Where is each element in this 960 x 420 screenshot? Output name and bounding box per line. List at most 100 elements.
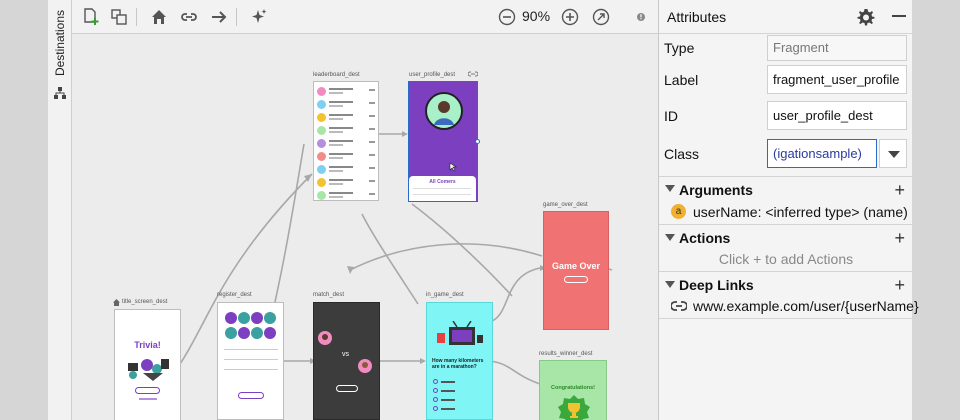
register-button[interactable] (238, 392, 264, 399)
collapse-actions-icon[interactable] (665, 234, 675, 241)
type-label: Type (664, 40, 695, 56)
actions-title: Actions (679, 230, 731, 246)
game-over-text: Game Over (551, 261, 601, 271)
game-over-screen[interactable]: Game Over (543, 211, 609, 330)
attributes-title: Attributes (667, 9, 727, 25)
row-sub-line (329, 170, 343, 172)
label-label: Label (664, 72, 699, 88)
in-game-screen[interactable]: How many kilometers are in a marathon? (426, 302, 493, 420)
row-score-line (369, 154, 375, 156)
title-screen-screen[interactable]: Trivia! (114, 309, 181, 420)
leaderboard-dest-label: leaderboard_dest (313, 72, 360, 78)
row-score-line (369, 102, 375, 104)
congratulations-text: Congratulations! (551, 385, 595, 391)
results-winner-dest-label: results_winner_dest (539, 351, 593, 357)
row-name-line (329, 140, 353, 142)
cursor-icon (449, 162, 457, 172)
navigation-graph-canvas[interactable]: leaderboard_dest user_profile_dest All C… (72, 34, 658, 420)
avatar-grid (225, 312, 276, 339)
game-over-button[interactable] (564, 276, 588, 283)
class-label: Class (664, 146, 700, 162)
toolbar-separator (136, 8, 137, 26)
class-field[interactable]: (igationsample) (767, 139, 877, 168)
row-sub-line (329, 118, 343, 120)
profile-card: All Comers (409, 176, 476, 201)
nested-graph-button[interactable] (108, 6, 130, 28)
collapse-arguments-icon[interactable] (665, 185, 675, 192)
in-game-dest-label: in_game_dest (426, 292, 464, 298)
row-name-line (329, 166, 353, 168)
gear-icon[interactable] (857, 8, 875, 26)
id-field[interactable]: user_profile_dest (767, 101, 907, 130)
row-name-line (329, 153, 353, 155)
add-action-button[interactable] (208, 6, 230, 28)
row-sub-line (329, 105, 343, 107)
question-text: How many kilometers are in a marathon? (432, 358, 484, 370)
row-sub-line (329, 92, 343, 94)
arguments-section: Arguments + a userName: <inferred type> … (659, 176, 913, 224)
row-name-line (329, 88, 353, 90)
info-icon (637, 13, 645, 21)
register-screen[interactable] (217, 302, 284, 420)
add-action-plus-button[interactable]: + (894, 229, 905, 247)
deep-links-title: Deep Links (679, 277, 754, 293)
destinations-tab-label[interactable]: Destinations (53, 9, 67, 77)
row-avatar (317, 139, 326, 148)
argument-item[interactable]: userName: <inferred type> (name) (693, 204, 908, 220)
attributes-header: Attributes (659, 0, 912, 34)
row-score-line (369, 128, 375, 130)
editor-toolbar: 90% (72, 0, 658, 34)
arrow-right-icon (212, 11, 227, 23)
radio-icon (433, 406, 438, 411)
row-score-line (369, 193, 375, 195)
minimize-icon[interactable] (892, 15, 906, 17)
row-name-line (329, 192, 353, 194)
row-name-line (329, 179, 353, 181)
add-argument-button[interactable]: + (894, 181, 905, 199)
zoom-out-button[interactable] (496, 6, 518, 28)
zoom-in-button[interactable] (559, 6, 581, 28)
play-button[interactable] (135, 387, 160, 394)
navigation-editor: Destinations 90% leaderboard_dest user_p… (0, 0, 960, 420)
action-handle[interactable] (475, 139, 480, 144)
row-avatar (317, 191, 326, 200)
destinations-tool-strip[interactable]: Destinations (48, 0, 72, 420)
leaderboard-row (317, 190, 377, 200)
row-avatar (317, 87, 326, 96)
deep-link-item[interactable]: www.example.com/user/{userName} (693, 298, 919, 314)
zoom-level: 90% (522, 8, 551, 24)
match-screen[interactable]: vs (313, 302, 380, 420)
argument-type-badge: a (671, 204, 686, 219)
profile-avatar (425, 92, 463, 130)
row-sub-line (329, 196, 343, 198)
user-profile-screen[interactable]: All Comers (408, 81, 478, 202)
start-match-button[interactable] (336, 385, 358, 392)
collapse-deep-links-icon[interactable] (665, 281, 675, 288)
leaderboard-row (317, 151, 377, 162)
arguments-title: Arguments (679, 182, 753, 198)
hierarchy-icon (54, 87, 66, 99)
new-destination-button[interactable] (80, 6, 102, 28)
deep-link-button[interactable] (178, 6, 200, 28)
user-profile-dest-label: user_profile_dest (409, 72, 456, 78)
assign-start-destination-button[interactable] (148, 6, 170, 28)
add-deep-link-button[interactable]: + (894, 276, 905, 294)
zoom-fit-icon (592, 8, 610, 26)
label-field[interactable]: fragment_user_profile (767, 65, 907, 94)
tv-illustration (437, 321, 483, 345)
answer-option (433, 406, 473, 412)
match-dest-label: match_dest (313, 292, 345, 298)
all-comers-button[interactable]: All Comers (409, 179, 476, 185)
leaderboard-row (317, 125, 377, 136)
type-field: Fragment (767, 35, 907, 61)
title-screen-dest-label: title_screen_dest (122, 299, 168, 305)
link-icon (181, 13, 197, 21)
row-avatar (317, 165, 326, 174)
radio-icon (433, 397, 438, 402)
class-dropdown-button[interactable] (879, 139, 907, 168)
zoom-to-fit-button[interactable] (590, 6, 612, 28)
auto-arrange-button[interactable] (248, 6, 270, 28)
results-winner-screen[interactable]: Congratulations! (539, 360, 607, 420)
leaderboard-screen[interactable] (313, 81, 379, 201)
issues-button[interactable] (630, 6, 652, 28)
